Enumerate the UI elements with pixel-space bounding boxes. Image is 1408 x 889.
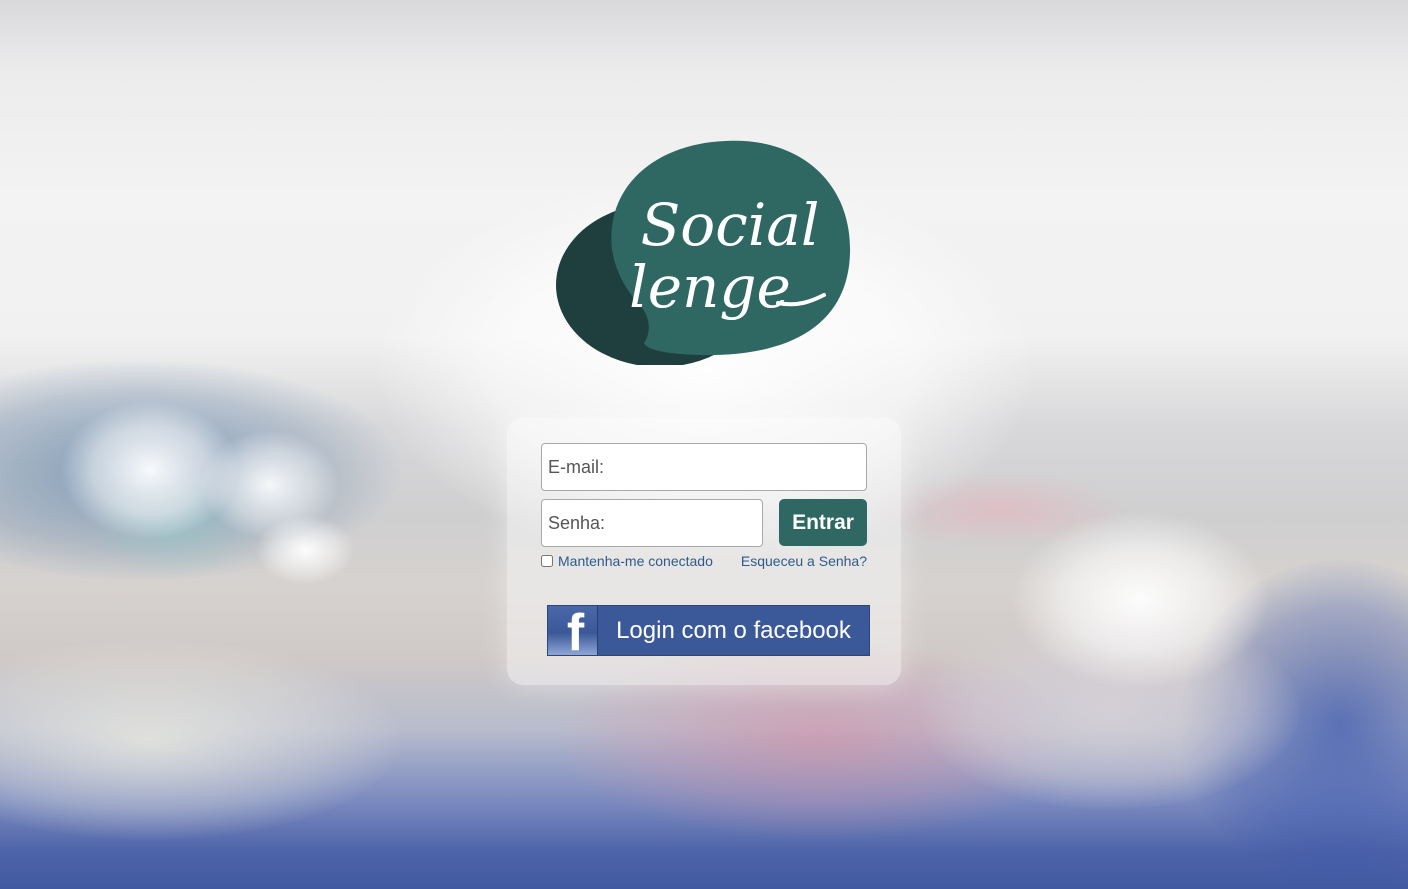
background-bokeh [0, 640, 400, 840]
password-input[interactable] [541, 499, 763, 547]
remember-me-label: Mantenha-me conectado [558, 553, 713, 569]
sociallenge-logo: Social lenge [550, 135, 860, 365]
logo-text-line1: Social [641, 191, 820, 259]
remember-me-checkbox[interactable] [541, 555, 553, 567]
background-bokeh [1010, 510, 1270, 690]
logo-text-line2: lenge [629, 253, 791, 321]
forgot-password-link[interactable]: Esqueceu a Senha? [741, 553, 867, 569]
facebook-login-button[interactable]: f Login com o facebook [547, 605, 870, 656]
remember-me[interactable]: Mantenha-me conectado [541, 553, 713, 569]
facebook-login-label: Login com o facebook [616, 616, 851, 644]
background-bokeh [255, 515, 355, 585]
facebook-f-icon: f [548, 606, 598, 655]
login-button[interactable]: Entrar [779, 499, 867, 546]
email-input[interactable] [541, 443, 867, 491]
facebook-f-glyph: f [566, 606, 585, 655]
login-panel: Entrar Mantenha-me conectado Esqueceu a … [507, 418, 901, 685]
